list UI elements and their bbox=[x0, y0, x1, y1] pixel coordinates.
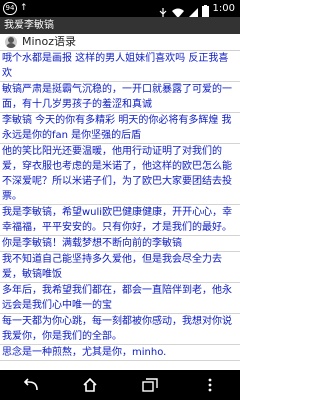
menu-button[interactable] bbox=[180, 370, 240, 400]
list-item[interactable]: 我是李敏镐，希望wuli欧巴健康健康，开开心心，幸幸福福，平平安安的。只有你好，… bbox=[0, 205, 240, 236]
home-icon bbox=[83, 378, 97, 392]
list-item[interactable]: 多年后，我希望我们都在，都会一直陪伴到老，他永远会是我们心中唯一的宝 bbox=[0, 283, 240, 314]
list-item[interactable]: 李敏镐 今天的你有多精彩 明天的你必将有多辉煌 我永远是你的fan 是你坚强的后… bbox=[0, 113, 240, 144]
app-title-bar: 我爱李敏镐 bbox=[0, 17, 240, 34]
list-item[interactable]: 他的笑比阳光还要温暖，他用行动证明了对我们的爱，穿衣服也考虑的是米诺了，他这样的… bbox=[0, 144, 240, 205]
status-bar: 94 ↑ 1:00 bbox=[0, 0, 240, 18]
back-arrow-icon bbox=[23, 378, 38, 391]
avatar-icon bbox=[5, 36, 17, 48]
content-area[interactable]: Minoz语录 哦个水都是画报 这样的男人姐妹们喜欢吗 反正我喜欢 敏镐严肃是挺… bbox=[0, 34, 240, 370]
menu-icon bbox=[208, 378, 212, 392]
page-title: Minoz语录 bbox=[22, 35, 77, 48]
recent-apps-icon bbox=[142, 378, 158, 392]
page-header: Minoz语录 bbox=[0, 34, 240, 50]
list-item[interactable]: 我不知道自己能坚持多久爱他，但是我会尽全力去爱，敏镐唯饭 bbox=[0, 252, 240, 283]
download-arrow-icon: ↑ bbox=[20, 3, 28, 13]
navigation-bar bbox=[0, 370, 240, 400]
posts-list: 哦个水都是画报 这样的男人姐妹们喜欢吗 反正我喜欢 敏镐严肃是挺霸气沉稳的，一开… bbox=[0, 50, 240, 361]
list-item[interactable]: 哦个水都是画报 这样的男人姐妹们喜欢吗 反正我喜欢 bbox=[0, 51, 240, 82]
list-item[interactable]: 每一天都为你心跳，每一刻都被你感动，我想对你说我爱你，你是我们的全部。 bbox=[0, 314, 240, 345]
list-item[interactable]: 敏镐严肃是挺霸气沉稳的，一开口就暴露了可爱的一面，有十几岁男孩子的羞涩和真诚 bbox=[0, 82, 240, 113]
clock: 1:00 bbox=[212, 3, 235, 14]
recent-apps-button[interactable] bbox=[120, 370, 180, 400]
notification-badge: 94 bbox=[3, 2, 17, 15]
list-item[interactable]: 思念是一种煎熬，尤其是你，minho. bbox=[0, 345, 240, 361]
list-item[interactable]: 你是李敏镐！满载梦想不断向前的李敏镐 bbox=[0, 236, 240, 252]
back-button[interactable] bbox=[0, 370, 60, 400]
home-button[interactable] bbox=[60, 370, 120, 400]
